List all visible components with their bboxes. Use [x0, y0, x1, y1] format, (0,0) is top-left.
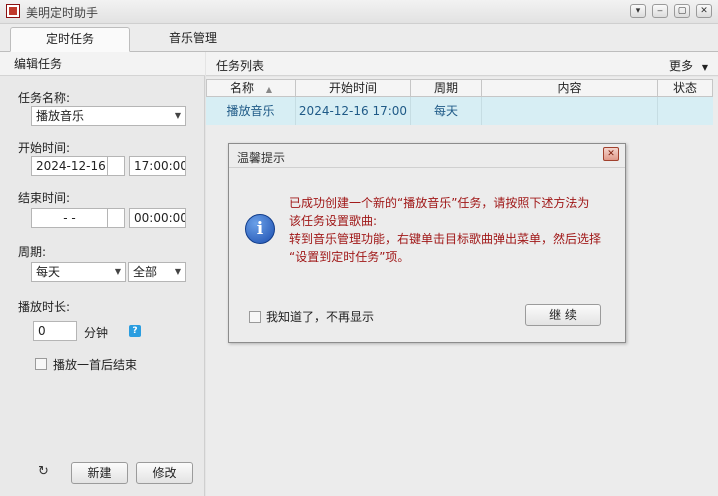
- tab-music-management[interactable]: 音乐管理: [150, 27, 236, 52]
- more-menu-button[interactable]: 更多 ▼: [669, 57, 708, 74]
- cell-name: 播放音乐: [206, 97, 296, 125]
- stop-after-one-label: 播放一首后结束: [53, 358, 138, 372]
- start-date-input[interactable]: 2024-12-16: [31, 156, 108, 176]
- period-select[interactable]: 每天 ▼: [31, 262, 126, 282]
- cell-status: [658, 97, 713, 125]
- chevron-down-icon: ▼: [174, 267, 181, 276]
- cell-start: 2024-12-16 17:00: [296, 97, 411, 125]
- tab-strip: 定时任务 音乐管理: [0, 24, 718, 52]
- period-value: 每天: [36, 265, 61, 279]
- sort-asc-icon: ▲: [265, 85, 272, 94]
- period-scope-value: 全部: [133, 265, 158, 279]
- dialog-message-line: “设置到定时任务”项。: [289, 250, 410, 264]
- task-list-title: 任务列表: [216, 59, 265, 73]
- continue-button[interactable]: 继 续: [525, 304, 601, 326]
- new-task-button[interactable]: 新建: [71, 462, 128, 484]
- stop-after-one-checkbox[interactable]: [35, 358, 47, 370]
- more-label: 更多: [669, 59, 694, 73]
- duration-label: 播放时长:: [18, 300, 71, 314]
- chevron-down-icon: ▼: [114, 267, 121, 276]
- column-header-status[interactable]: 状态: [657, 79, 713, 97]
- chevron-down-icon: ▼: [174, 111, 181, 120]
- dialog-divider: [229, 167, 625, 168]
- dont-show-again-label: 我知道了，不再显示: [266, 310, 375, 324]
- task-name-label: 任务名称:: [18, 91, 71, 105]
- dialog-message-line: 该任务设置歌曲:: [289, 214, 378, 228]
- menu-dropdown-button[interactable]: ▾: [630, 4, 646, 18]
- duration-unit: 分钟: [84, 326, 109, 340]
- title-bar: 美明定时助手 ▾ ‒ ▢ ✕: [0, 0, 718, 24]
- start-time-input[interactable]: 17:00:00: [129, 156, 186, 176]
- task-name-value: 播放音乐: [36, 109, 85, 123]
- column-header-name-label: 名称: [230, 81, 255, 95]
- maximize-button[interactable]: ▢: [674, 4, 690, 18]
- start-time-label: 开始时间:: [18, 141, 71, 155]
- dialog-message-line: 转到音乐管理功能，右键单击目标歌曲弹出菜单，然后选择: [289, 232, 602, 246]
- dialog-title: 温馨提示: [237, 151, 286, 165]
- duration-input[interactable]: 0: [33, 321, 77, 341]
- tab-scheduled-tasks[interactable]: 定时任务: [10, 27, 130, 52]
- cell-content: [482, 97, 658, 125]
- info-icon: i: [245, 214, 275, 244]
- chevron-down-icon: ▼: [701, 63, 708, 72]
- period-label: 周期:: [18, 245, 47, 259]
- refresh-icon[interactable]: ↻: [38, 464, 49, 479]
- help-icon[interactable]: ?: [129, 325, 141, 337]
- column-header-content[interactable]: 内容: [481, 79, 658, 97]
- close-icon[interactable]: ✕: [603, 147, 619, 161]
- task-list-header: 任务列表 更多 ▼: [206, 52, 718, 76]
- end-date-input[interactable]: - -: [31, 208, 108, 228]
- tip-dialog: 温馨提示 ✕ i 已成功创建一个新的“播放音乐”任务，请按照下述方法为 该任务设…: [228, 143, 626, 343]
- end-date-calendar-button[interactable]: [107, 208, 125, 228]
- close-window-button[interactable]: ✕: [696, 4, 712, 18]
- start-date-calendar-button[interactable]: [107, 156, 125, 176]
- end-time-input[interactable]: 00:00:00: [129, 208, 186, 228]
- cell-period: 每天: [411, 97, 482, 125]
- column-header-start[interactable]: 开始时间: [295, 79, 411, 97]
- column-header-period[interactable]: 周期: [410, 79, 482, 97]
- task-name-select[interactable]: 播放音乐 ▼: [31, 106, 186, 126]
- dont-show-again-checkbox[interactable]: [249, 311, 261, 323]
- minimize-button[interactable]: ‒: [652, 4, 668, 18]
- window-title: 美明定时助手: [26, 6, 99, 20]
- app-icon: [6, 4, 20, 18]
- edit-task-panel: 编辑任务 任务名称: 播放音乐 ▼ 开始时间: 2024-12-16 17:00…: [0, 52, 205, 496]
- edit-panel-header: 编辑任务: [0, 52, 205, 76]
- end-time-label: 结束时间:: [18, 191, 71, 205]
- column-header-name[interactable]: 名称 ▲: [206, 79, 296, 97]
- period-scope-select[interactable]: 全部 ▼: [128, 262, 186, 282]
- edit-task-button[interactable]: 修改: [136, 462, 193, 484]
- dialog-message-line: 已成功创建一个新的“播放音乐”任务，请按照下述方法为: [289, 196, 590, 210]
